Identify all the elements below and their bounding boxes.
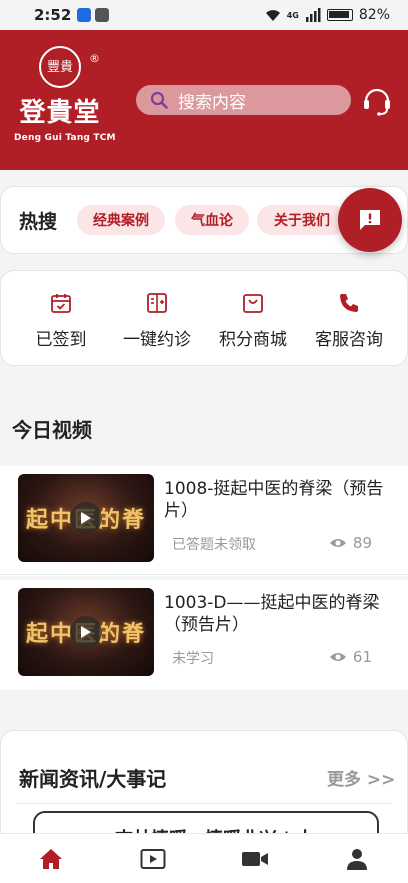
battery-icon: [326, 9, 353, 21]
video-title: 1003-D——挺起中医的脊梁（预告片）: [164, 593, 380, 635]
search-placeholder: 搜索内容: [178, 92, 246, 113]
quick-actions-card: 已签到 一键约诊 积分商城 客服咨询: [0, 270, 408, 366]
network-label: 4G: [286, 10, 299, 20]
divider: [17, 803, 391, 804]
action-label: 客服咨询: [315, 330, 383, 350]
brand-logo: 豐貴 ® 登貴堂 Deng Gui Tang TCM: [14, 46, 116, 156]
video-item[interactable]: 起中医的脊 1008-挺起中医的脊梁（预告片） 已答题未领取 89: [0, 466, 408, 576]
camera-icon: [242, 852, 268, 866]
video-icon: [140, 849, 166, 869]
status-bar: 2:52 4G 82%: [0, 0, 408, 30]
video-item[interactable]: 起中医的脊 1003-D——挺起中医的脊梁（预告片） 未学习 61: [0, 580, 408, 690]
search-icon: [150, 91, 168, 109]
brand-english-name: Deng Gui Tang TCM: [14, 133, 116, 143]
profile-icon: [347, 849, 367, 870]
action-book-appointment[interactable]: 一键约诊: [109, 291, 205, 350]
video-status: 已答题未领取: [172, 537, 256, 553]
action-customer-service[interactable]: 客服咨询: [301, 291, 397, 350]
action-label: 已签到: [35, 330, 87, 350]
divider: [0, 574, 408, 575]
signal-icon: [305, 8, 321, 22]
nav-video[interactable]: [138, 846, 168, 872]
home-icon: [40, 849, 62, 869]
calendar-check-icon: [51, 294, 71, 313]
eye-icon: [329, 539, 346, 547]
nav-home[interactable]: [36, 846, 66, 872]
battery-level: 82%: [358, 7, 390, 23]
wifi-icon: [265, 10, 280, 21]
status-time: 2:52: [34, 6, 72, 24]
video-views: 61: [329, 648, 372, 666]
feedback-message-icon: [360, 210, 380, 230]
app-header: 豐貴 ® 登貴堂 Deng Gui Tang TCM 搜索内容: [0, 30, 408, 170]
play-icon[interactable]: [70, 502, 102, 534]
phone-icon: [340, 294, 358, 312]
video-thumbnail: 起中医的脊: [18, 588, 154, 676]
hot-tag-qi-blood-theory[interactable]: 气血论: [175, 205, 249, 235]
news-title: 新闻资讯/大事记: [19, 767, 167, 791]
hot-tag-classic-cases[interactable]: 经典案例: [77, 205, 165, 235]
registered-mark: ®: [89, 52, 100, 65]
app-notification-icon: [95, 8, 110, 22]
search-input[interactable]: 搜索内容: [136, 85, 351, 115]
brand-name: 登貴堂: [19, 98, 101, 128]
bottom-navigation: [0, 833, 408, 883]
action-label: 一键约诊: [123, 330, 191, 350]
action-checked-in[interactable]: 已签到: [13, 291, 109, 350]
shopping-bag-icon: [243, 294, 263, 313]
notification-icon: [77, 8, 92, 22]
feedback-fab-button[interactable]: [338, 188, 402, 252]
views-count: 61: [352, 648, 372, 666]
nav-camera[interactable]: [240, 846, 270, 872]
hot-search-title: 热搜: [19, 211, 58, 233]
news-more-link[interactable]: 更多 >>: [327, 765, 395, 790]
action-label: 积分商城: [219, 330, 287, 350]
hospital-icon: [147, 293, 167, 313]
action-points-mall[interactable]: 积分商城: [205, 291, 301, 350]
video-thumbnail: 起中医的脊: [18, 474, 154, 562]
views-count: 89: [352, 534, 372, 552]
video-status: 未学习: [172, 651, 214, 667]
play-icon[interactable]: [70, 616, 102, 648]
customer-service-headset-icon[interactable]: [360, 83, 394, 117]
today-video-title: 今日视频: [12, 418, 92, 442]
hot-tag-about-us[interactable]: 关于我们: [257, 205, 347, 235]
video-title: 1008-挺起中医的脊梁（预告片）: [164, 479, 384, 521]
eye-icon: [329, 653, 346, 661]
nav-profile[interactable]: [342, 846, 372, 872]
video-views: 89: [329, 534, 372, 552]
logo-seal: 豐貴: [39, 46, 81, 88]
